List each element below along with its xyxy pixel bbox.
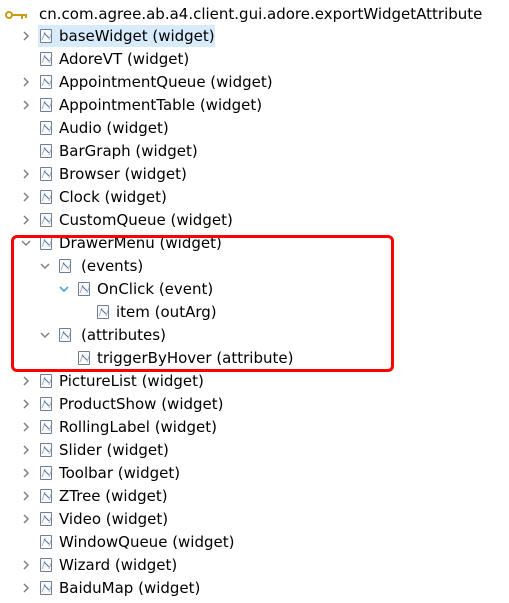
tree-row-item-outarg[interactable]: item (outArg) (0, 301, 509, 324)
tree-node-label: BaiduMap (widget) (59, 579, 201, 597)
tree-row-onclick[interactable]: OnClick (event) (0, 278, 509, 301)
tree-row-slider[interactable]: Slider (widget) (0, 439, 509, 462)
widget-tree: cn.com.agree.ab.a4.client.gui.adore.expo… (0, 0, 509, 603)
tree-row-wizard[interactable]: Wizard (widget) (0, 554, 509, 577)
tree-row-appointmenttable[interactable]: AppointmentTable (widget) (0, 94, 509, 117)
package-key-icon (5, 11, 27, 19)
tree-node-label: AdoreVT (widget) (59, 50, 190, 68)
tree-row-customqueue[interactable]: CustomQueue (widget) (0, 209, 509, 232)
tree-node-label: item (outArg) (116, 303, 217, 321)
chevron-right-icon[interactable] (21, 491, 31, 501)
tree-row-triggerbyhover[interactable]: triggerByHover (attribute) (0, 347, 509, 370)
tree-row-clock[interactable]: Clock (widget) (0, 186, 509, 209)
xml-node-icon (40, 52, 52, 66)
tree-node-label: Clock (widget) (59, 188, 167, 206)
tree-node-label: WindowQueue (widget) (59, 533, 235, 551)
xml-node-icon (78, 351, 90, 365)
chevron-down-icon[interactable] (21, 238, 31, 248)
tree-node-label: CustomQueue (widget) (59, 211, 233, 229)
tree-node-label: AppointmentTable (widget) (59, 96, 263, 114)
tree-row-attributes[interactable]: (attributes) (0, 324, 509, 347)
tree-row-browser[interactable]: Browser (widget) (0, 163, 509, 186)
xml-node-icon (40, 121, 52, 135)
xml-node-icon (40, 167, 52, 181)
tree-root-label: cn.com.agree.ab.a4.client.gui.adore.expo… (39, 5, 483, 23)
xml-node-icon (40, 98, 52, 112)
chevron-down-icon[interactable] (40, 261, 50, 271)
chevron-right-icon[interactable] (21, 192, 31, 202)
tree-node-label: ZTree (widget) (59, 487, 168, 505)
tree-row-appointmentqueue[interactable]: AppointmentQueue (widget) (0, 71, 509, 94)
tree-node-label: baseWidget (widget) (59, 27, 215, 45)
xml-node-icon (40, 213, 52, 227)
tree-row-productshow[interactable]: ProductShow (widget) (0, 393, 509, 416)
tree-node-label: BarGraph (widget) (59, 142, 198, 160)
xml-node-icon (40, 489, 52, 503)
tree-node-label: DrawerMenu (widget) (59, 234, 222, 252)
chevron-down-icon[interactable] (40, 330, 50, 340)
xml-node-icon (40, 144, 52, 158)
chevron-right-icon[interactable] (21, 215, 31, 225)
xml-node-icon (40, 420, 52, 434)
tree-node-label: triggerByHover (attribute) (97, 349, 294, 367)
xml-node-icon (40, 75, 52, 89)
tree-node-label: Toolbar (widget) (59, 464, 181, 482)
chevron-right-icon[interactable] (21, 77, 31, 87)
xml-node-icon (40, 466, 52, 480)
tree-node-label: (attributes) (81, 326, 166, 344)
chevron-right-icon[interactable] (21, 583, 31, 593)
tree-node-label: Browser (widget) (59, 165, 187, 183)
xml-node-icon (78, 282, 90, 296)
tree-row-ztree[interactable]: ZTree (widget) (0, 485, 509, 508)
chevron-right-icon[interactable] (21, 169, 31, 179)
xml-node-icon (97, 305, 109, 319)
xml-node-icon (40, 443, 52, 457)
tree-root-row[interactable]: cn.com.agree.ab.a4.client.gui.adore.expo… (0, 3, 509, 26)
chevron-right-icon[interactable] (21, 468, 31, 478)
tree-node-label: AppointmentQueue (widget) (59, 73, 273, 91)
xml-node-icon (40, 558, 52, 572)
chevron-right-icon[interactable] (21, 514, 31, 524)
tree-node-label: Slider (widget) (59, 441, 169, 459)
chevron-right-icon[interactable] (21, 399, 31, 409)
tree-row-adorevt[interactable]: AdoreVT (widget) (0, 48, 509, 71)
chevron-right-icon[interactable] (21, 100, 31, 110)
tree-node-label: PictureList (widget) (59, 372, 204, 390)
tree-node-label: RollingLabel (widget) (59, 418, 217, 436)
tree-node-label: Audio (widget) (59, 119, 169, 137)
xml-node-icon (40, 236, 52, 250)
chevron-right-icon[interactable] (21, 445, 31, 455)
xml-node-icon (40, 397, 52, 411)
tree-row-baseWidget[interactable]: baseWidget (widget) (0, 25, 509, 48)
tree-row-video[interactable]: Video (widget) (0, 508, 509, 531)
xml-node-icon (40, 374, 52, 388)
xml-node-icon (40, 190, 52, 204)
tree-node-label: Wizard (widget) (59, 556, 178, 574)
tree-row-rollinglabel[interactable]: RollingLabel (widget) (0, 416, 509, 439)
tree-node-label: (events) (81, 257, 144, 275)
tree-row-audio[interactable]: Audio (widget) (0, 117, 509, 140)
chevron-down-blue-icon[interactable] (59, 284, 69, 294)
tree-row-toolbar[interactable]: Toolbar (widget) (0, 462, 509, 485)
chevron-right-icon[interactable] (21, 560, 31, 570)
xml-node-icon (40, 512, 52, 526)
xml-node-icon (59, 328, 71, 342)
tree-node-label: OnClick (event) (97, 280, 214, 298)
xml-node-icon (40, 29, 52, 43)
chevron-right-icon[interactable] (21, 376, 31, 386)
chevron-right-icon[interactable] (21, 422, 31, 432)
tree-row-picturelist[interactable]: PictureList (widget) (0, 370, 509, 393)
tree-node-label: Video (widget) (59, 510, 169, 528)
xml-node-icon (40, 581, 52, 595)
chevron-right-icon[interactable] (21, 31, 31, 41)
tree-row-windowqueue[interactable]: WindowQueue (widget) (0, 531, 509, 554)
tree-node-label: ProductShow (widget) (59, 395, 224, 413)
tree-row-baidumap[interactable]: BaiduMap (widget) (0, 577, 509, 600)
xml-node-icon (59, 259, 71, 273)
tree-row-drawermenu[interactable]: DrawerMenu (widget) (0, 232, 509, 255)
tree-row-events[interactable]: (events) (0, 255, 509, 278)
xml-node-icon (40, 535, 52, 549)
tree-row-bargraph[interactable]: BarGraph (widget) (0, 140, 509, 163)
